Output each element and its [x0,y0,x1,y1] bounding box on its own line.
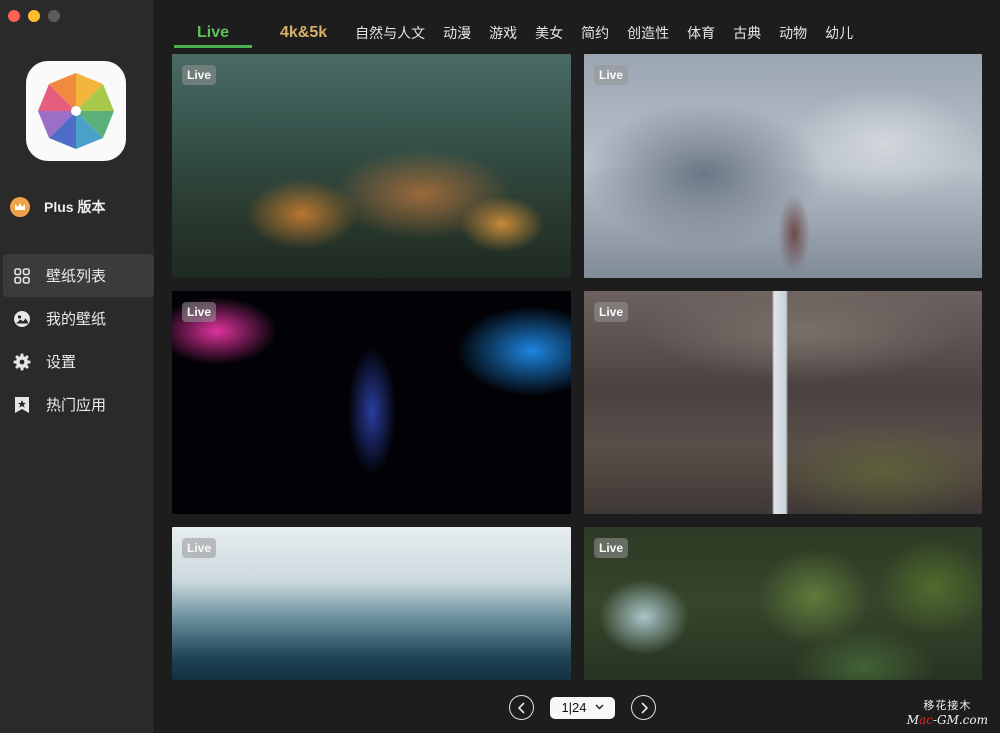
tab-games[interactable]: 游戏 [489,20,517,48]
wallpaper-tile[interactable]: Live [172,527,571,680]
pinwheel-app-icon [38,73,114,149]
star-bookmark-icon [12,395,32,415]
live-badge: Live [594,538,629,558]
category-tabs: Live 4k&5k 自然与人文 动漫 游戏 美女 简约 创造性 体育 古典 动… [174,20,871,50]
sidebar-item-label: 壁纸列表 [46,268,107,285]
wallpaper-tile[interactable]: Live [172,291,571,514]
plus-version-label: Plus 版本 [44,199,106,215]
sidebar-item-label: 我的壁纸 [46,311,107,328]
page-select-value: 1|24 [561,700,587,715]
image-icon [12,309,32,329]
wallpaper-thumbnail [172,54,571,278]
tab-beauty[interactable]: 美女 [535,20,563,48]
close-window-button[interactable] [8,10,20,22]
tab-live[interactable]: Live [174,20,252,48]
sidebar-item-label: 热门应用 [46,397,107,414]
tab-sports[interactable]: 体育 [687,20,715,48]
wallpaper-thumbnail [584,54,982,278]
wallpaper-tile[interactable]: Live [172,54,571,278]
tab-nature-culture[interactable]: 自然与人文 [355,20,425,48]
minimize-window-button[interactable] [28,10,40,22]
crown-icon [10,197,30,217]
plus-version-button[interactable]: Plus 版本 [10,197,105,217]
app-logo [26,61,126,161]
grid-icon [12,266,32,286]
window-controls [8,10,60,22]
sidebar: Plus 版本 壁纸列表 我的壁纸 设置 热门应用 [0,0,155,733]
prev-page-button[interactable] [509,695,534,720]
tab-anime[interactable]: 动漫 [443,20,471,48]
chevron-right-icon [640,701,648,714]
watermark-bottom: Mac-GM.com [906,713,988,727]
tab-animals[interactable]: 动物 [779,20,807,48]
live-badge: Live [182,65,217,85]
sidebar-item-hot-apps[interactable]: 热门应用 [3,383,154,426]
sidebar-nav: 壁纸列表 我的壁纸 设置 热门应用 [3,254,154,426]
page-select[interactable]: 1|24 [550,696,615,719]
watermark: 移花接木 Mac-GM.com [907,697,988,727]
live-badge: Live [594,65,629,85]
live-badge: Live [594,302,629,322]
chevron-left-icon [517,701,525,714]
wallpaper-thumbnail [172,527,571,680]
wallpaper-thumbnail [584,291,982,514]
watermark-top: 移花接木 [923,699,972,712]
sidebar-item-my-wallpapers[interactable]: 我的壁纸 [3,297,154,340]
wallpaper-tile[interactable]: Live [584,527,982,680]
tab-4k5k[interactable]: 4k&5k [280,20,327,48]
sidebar-item-label: 设置 [46,354,77,371]
sidebar-item-wallpaper-list[interactable]: 壁纸列表 [3,254,154,297]
next-page-button[interactable] [631,695,656,720]
tab-classic[interactable]: 古典 [733,20,761,48]
zoom-window-button[interactable] [48,10,60,22]
pagination: 1|24 [509,695,656,720]
wallpaper-thumbnail [172,291,571,514]
tab-kids[interactable]: 幼儿 [825,20,853,48]
sidebar-item-settings[interactable]: 设置 [3,340,154,383]
gear-icon [12,352,32,372]
live-badge: Live [182,302,217,322]
wallpaper-tile[interactable]: Live [584,54,982,278]
tab-minimal[interactable]: 简约 [581,20,609,48]
chevron-down-icon [595,702,604,713]
wallpaper-tile[interactable]: Live [584,291,982,514]
wallpaper-thumbnail [584,527,982,680]
tab-creative[interactable]: 创造性 [627,20,669,48]
live-badge: Live [182,538,217,558]
